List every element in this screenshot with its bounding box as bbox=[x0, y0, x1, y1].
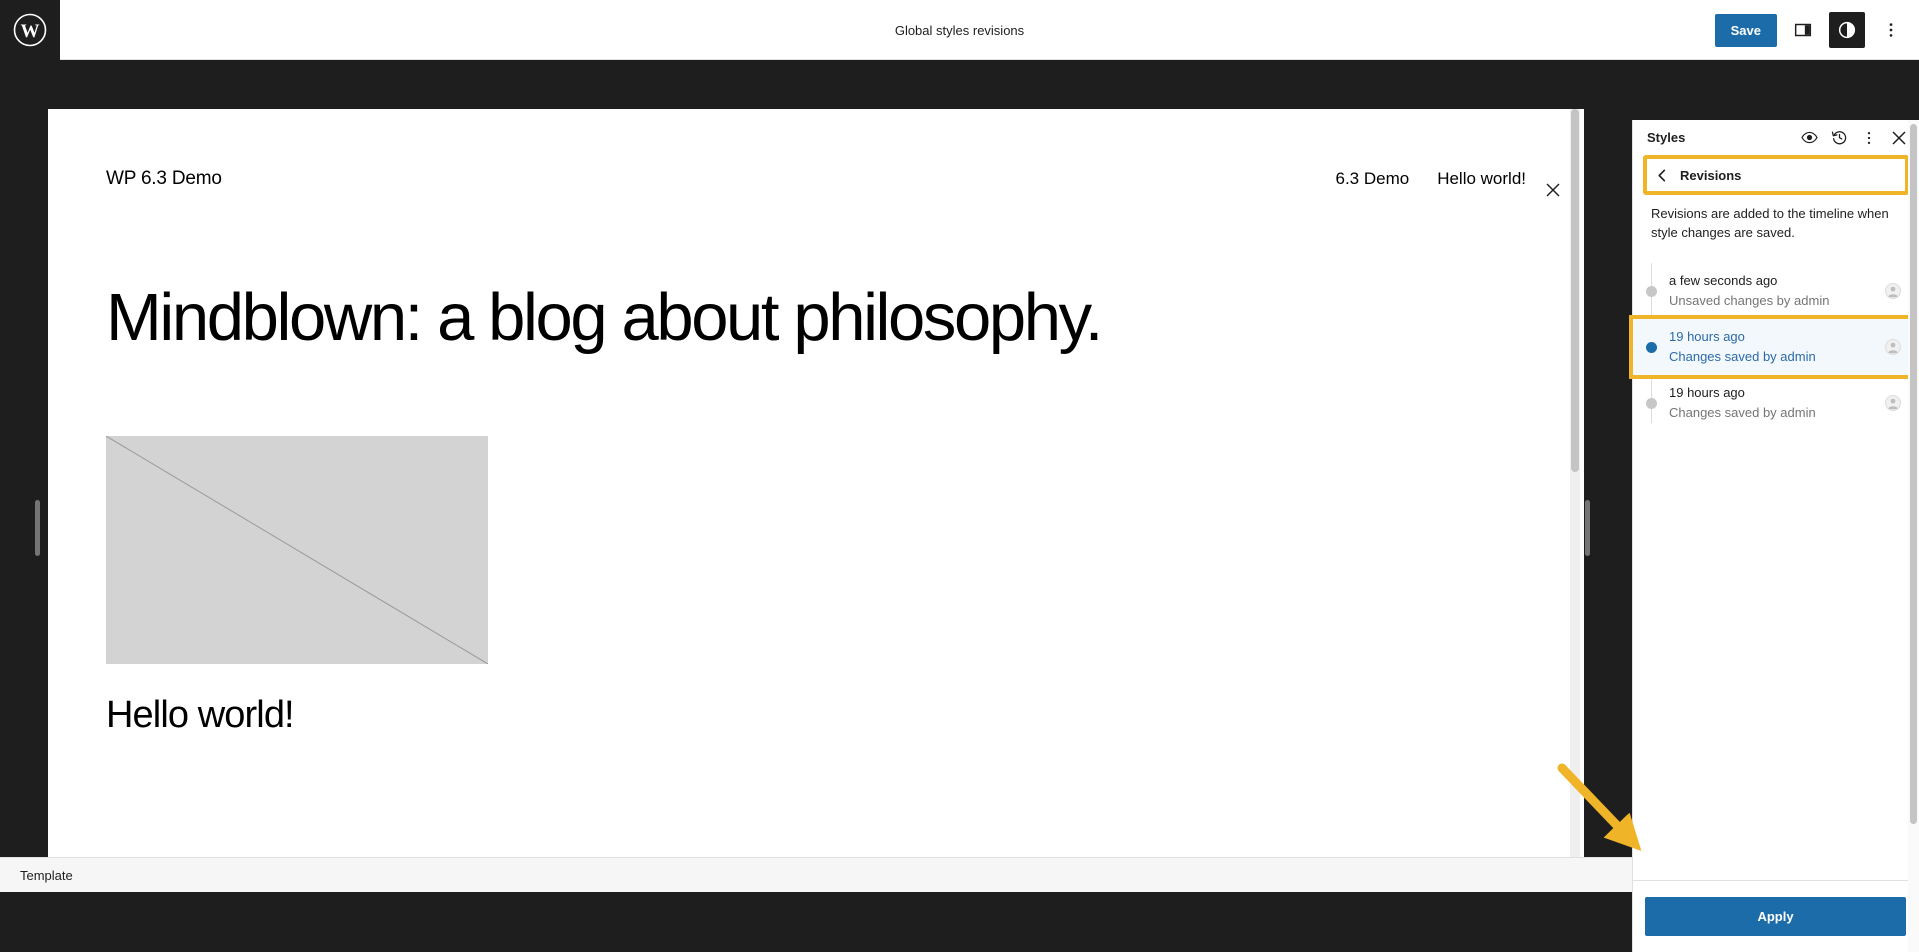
top-bar-actions: Save bbox=[1714, 0, 1909, 60]
canvas-scrollbar[interactable] bbox=[1570, 109, 1580, 872]
user-avatar-icon bbox=[1885, 282, 1901, 299]
styles-button[interactable] bbox=[1829, 12, 1865, 48]
wordpress-logo-button[interactable]: W bbox=[0, 0, 60, 60]
revision-timestamp: 19 hours ago bbox=[1669, 328, 1745, 344]
revisions-back-nav[interactable]: Revisions bbox=[1643, 155, 1909, 195]
revision-author: Changes saved by admin bbox=[1669, 349, 1816, 365]
wordpress-logo-icon: W bbox=[12, 12, 48, 48]
site-nav-link-1[interactable]: 6.3 Demo bbox=[1335, 169, 1409, 189]
revisions-description: Revisions are added to the timeline when… bbox=[1651, 206, 1889, 240]
styles-panel-scrollbar[interactable] bbox=[1908, 120, 1919, 952]
canvas-scrollbar-thumb[interactable] bbox=[1571, 109, 1579, 472]
canvas-resize-handle-left[interactable] bbox=[35, 500, 40, 556]
user-avatar-icon bbox=[1885, 339, 1901, 356]
close-x-icon bbox=[1546, 183, 1560, 202]
styles-panel-header: Styles bbox=[1633, 120, 1919, 155]
sidebar-toggle-icon bbox=[1792, 19, 1814, 41]
more-options-vertical-dots-icon bbox=[1881, 20, 1901, 40]
close-x-icon bbox=[1891, 130, 1907, 146]
site-hero-heading: Mindblown: a blog about philosophy. bbox=[106, 280, 1103, 355]
styles-contrast-icon bbox=[1836, 19, 1858, 41]
canvas-resize-handle-right[interactable] bbox=[1585, 500, 1590, 556]
style-book-preview-button[interactable] bbox=[1795, 124, 1823, 152]
history-clock-icon bbox=[1830, 128, 1849, 147]
revision-timeline-dot bbox=[1646, 342, 1657, 354]
site-nav-link-2[interactable]: Hello world! bbox=[1437, 169, 1526, 189]
revisions-button[interactable] bbox=[1825, 124, 1853, 152]
revision-author: Changes saved by admin bbox=[1669, 405, 1816, 421]
svg-text:W: W bbox=[21, 21, 40, 42]
canvas-close-button[interactable] bbox=[1543, 182, 1563, 202]
revision-list-item[interactable]: 19 hours ago Changes saved by admin bbox=[1633, 375, 1919, 431]
revision-timestamp: 19 hours ago bbox=[1669, 385, 1745, 401]
page-title: Global styles revisions bbox=[894, 22, 1025, 38]
revision-list-item[interactable]: 19 hours ago Changes saved by admin bbox=[1629, 314, 1919, 380]
more-options-vertical-dots-icon bbox=[1860, 129, 1878, 147]
eye-icon bbox=[1800, 128, 1819, 147]
site-title: WP 6.3 Demo bbox=[106, 168, 222, 189]
styles-panel-scrollbar-thumb[interactable] bbox=[1910, 124, 1917, 824]
status-bar-label: Template bbox=[20, 867, 73, 883]
save-button[interactable]: Save bbox=[1714, 13, 1777, 47]
site-preview-frame[interactable]: WP 6.3 Demo 6.3 Demo Hello world! Mindbl… bbox=[48, 109, 1584, 872]
styles-more-options-button[interactable] bbox=[1855, 124, 1883, 152]
revision-timestamp: a few seconds ago bbox=[1669, 272, 1778, 288]
editor-top-bar: W Global styles revisions Save bbox=[0, 0, 1919, 60]
more-options-button[interactable] bbox=[1873, 12, 1909, 48]
revision-author: Unsaved changes by admin bbox=[1669, 292, 1830, 308]
site-header: WP 6.3 Demo 6.3 Demo Hello world! bbox=[48, 109, 1584, 190]
styles-sidebar-panel: Styles Revisions Revisions are added to … bbox=[1629, 120, 1919, 952]
apply-button[interactable]: Apply bbox=[1645, 897, 1906, 936]
revision-timeline-dot bbox=[1646, 398, 1657, 410]
image-placeholder bbox=[106, 436, 488, 665]
bottom-status-bar: Template bbox=[0, 857, 1632, 892]
sidebar-toggle-button[interactable] bbox=[1785, 12, 1821, 48]
revision-list-item[interactable]: a few seconds ago Unsaved changes by adm… bbox=[1633, 263, 1919, 319]
editor-canvas-region: WP 6.3 Demo 6.3 Demo Hello world! Mindbl… bbox=[0, 60, 1632, 872]
revisions-list: a few seconds ago Unsaved changes by adm… bbox=[1629, 262, 1919, 432]
styles-panel-title: Styles bbox=[1647, 130, 1686, 145]
chevron-left-icon bbox=[1655, 168, 1670, 183]
site-navigation: 6.3 Demo Hello world! bbox=[1335, 169, 1526, 189]
editor-body: WP 6.3 Demo 6.3 Demo Hello world! Mindbl… bbox=[0, 60, 1919, 952]
styles-panel-footer: Apply bbox=[1633, 880, 1918, 952]
revision-timeline-dot bbox=[1646, 285, 1657, 297]
revisions-back-label: Revisions bbox=[1680, 167, 1742, 183]
user-avatar-icon bbox=[1885, 395, 1901, 412]
site-post-title: Hello world! bbox=[106, 694, 295, 737]
